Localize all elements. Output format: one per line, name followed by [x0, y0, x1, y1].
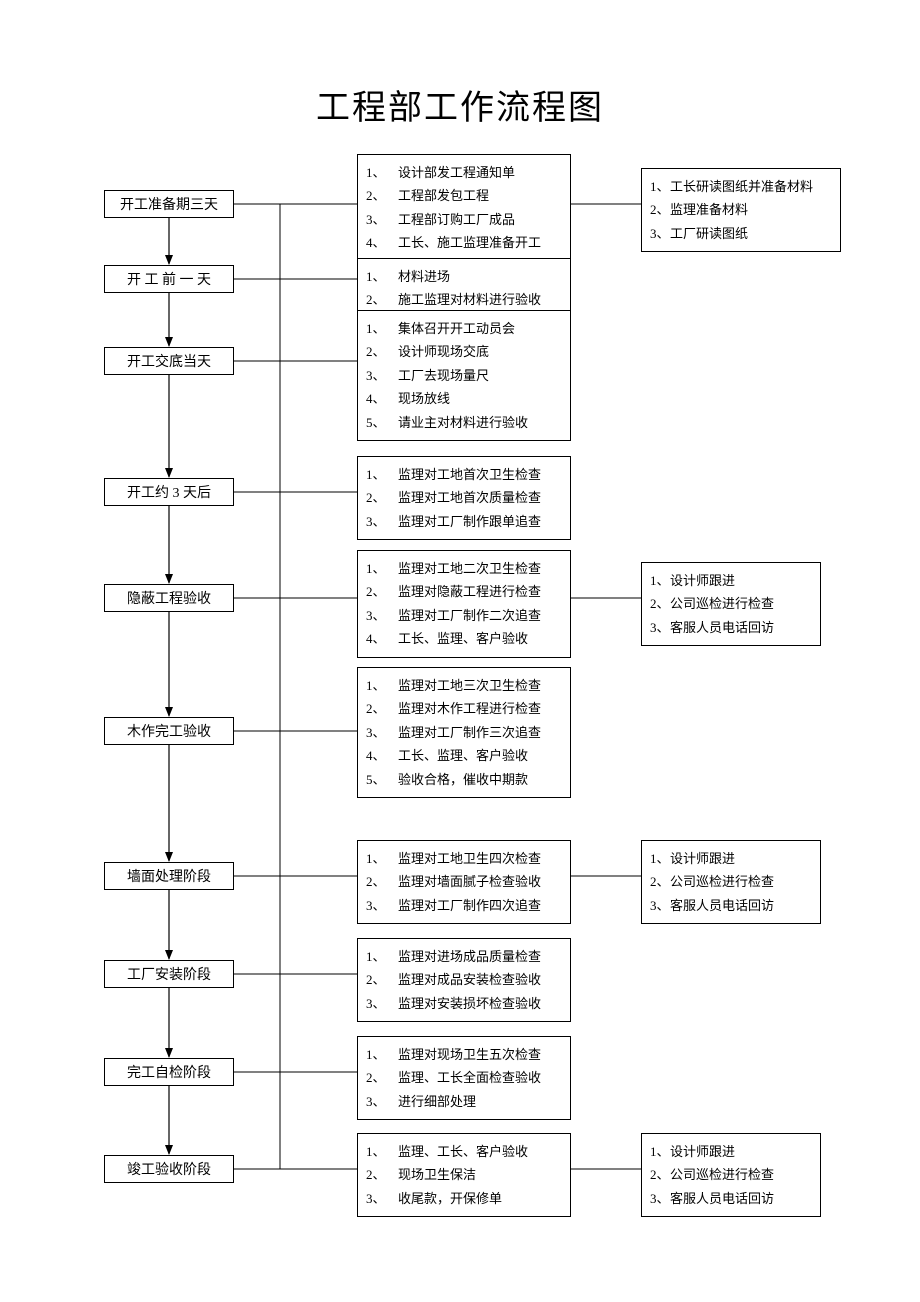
list-item: 3、监理对工厂制作四次追查 [366, 894, 562, 917]
list-item: 5、请业主对材料进行验收 [366, 411, 562, 434]
list-item: 5、验收合格，催收中期款 [366, 768, 562, 791]
stage-box-4: 开工约 3 天后 [104, 478, 234, 506]
page-title: 工程部工作流程图 [0, 80, 920, 129]
list-item: 3、客服人员电话回访 [650, 1187, 812, 1210]
list-item: 2、工程部发包工程 [366, 184, 562, 207]
list-item: 2、公司巡检进行检查 [650, 870, 812, 893]
detail-box-3: 1、集体召开开工动员会2、设计师现场交底3、工厂去现场量尺4、现场放线5、请业主… [357, 310, 571, 441]
list-item: 2、监理对墙面腻子检查验收 [366, 870, 562, 893]
detail-box-5: 1、监理对工地二次卫生检查2、监理对隐蔽工程进行检查3、监理对工厂制作二次追查4… [357, 550, 571, 658]
list-item: 1、设计师跟进 [650, 847, 812, 870]
list-item: 3、客服人员电话回访 [650, 616, 812, 639]
stage-label: 隐蔽工程验收 [127, 588, 211, 608]
list-item: 1、监理、工长、客户验收 [366, 1140, 562, 1163]
list-item: 2、监理对木作工程进行检查 [366, 697, 562, 720]
list-item: 2、监理准备材料 [650, 198, 832, 221]
list-item: 4、现场放线 [366, 387, 562, 410]
list-item: 1、集体召开开工动员会 [366, 317, 562, 340]
list-item: 2、监理对工地首次质量检查 [366, 486, 562, 509]
detail-box-9: 1、监理对现场卫生五次检查2、监理、工长全面检查验收3、进行细部处理 [357, 1036, 571, 1120]
side-box-1: 1、工长研读图纸并准备材料2、监理准备材料3、工厂研读图纸 [641, 168, 841, 252]
list-item: 2、现场卫生保洁 [366, 1163, 562, 1186]
list-item: 1、工长研读图纸并准备材料 [650, 175, 832, 198]
list-item: 1、监理对工地卫生四次检查 [366, 847, 562, 870]
list-item: 1、监理对工地三次卫生检查 [366, 674, 562, 697]
stage-label: 墙面处理阶段 [127, 866, 211, 886]
stage-label: 开工准备期三天 [120, 194, 218, 214]
list-item: 1、监理对工地二次卫生检查 [366, 557, 562, 580]
stage-box-2: 开 工 前 一 天 [104, 265, 234, 293]
side-box-5: 1、设计师跟进2、公司巡检进行检查3、客服人员电话回访 [641, 562, 821, 646]
detail-box-10: 1、监理、工长、客户验收2、现场卫生保洁3、收尾款，开保修单 [357, 1133, 571, 1217]
list-item: 2、公司巡检进行检查 [650, 592, 812, 615]
stage-box-8: 工厂安装阶段 [104, 960, 234, 988]
list-item: 1、设计部发工程通知单 [366, 161, 562, 184]
stage-label: 木作完工验收 [127, 721, 211, 741]
stage-label: 完工自检阶段 [127, 1062, 211, 1082]
list-item: 3、监理对工厂制作二次追查 [366, 604, 562, 627]
list-item: 3、监理对安装损坏检查验收 [366, 992, 562, 1015]
list-item: 2、监理对成品安装检查验收 [366, 968, 562, 991]
list-item: 2、监理、工长全面检查验收 [366, 1066, 562, 1089]
detail-box-4: 1、监理对工地首次卫生检查2、监理对工地首次质量检查3、监理对工厂制作跟单追查 [357, 456, 571, 540]
stage-label: 竣工验收阶段 [127, 1159, 211, 1179]
list-item: 2、公司巡检进行检查 [650, 1163, 812, 1186]
stage-box-1: 开工准备期三天 [104, 190, 234, 218]
stage-box-7: 墙面处理阶段 [104, 862, 234, 890]
list-item: 3、客服人员电话回访 [650, 894, 812, 917]
stage-label: 工厂安装阶段 [127, 964, 211, 984]
list-item: 1、设计师跟进 [650, 569, 812, 592]
stage-label: 开工交底当天 [127, 351, 211, 371]
detail-box-1: 1、设计部发工程通知单2、工程部发包工程3、工程部订购工厂成品4、工长、施工监理… [357, 154, 571, 262]
stage-box-3: 开工交底当天 [104, 347, 234, 375]
list-item: 4、工长、监理、客户验收 [366, 627, 562, 650]
list-item: 1、设计师跟进 [650, 1140, 812, 1163]
stage-label: 开工约 3 天后 [127, 482, 211, 502]
list-item: 3、工厂去现场量尺 [366, 364, 562, 387]
stage-box-5: 隐蔽工程验收 [104, 584, 234, 612]
detail-box-7: 1、监理对工地卫生四次检查2、监理对墙面腻子检查验收3、监理对工厂制作四次追查 [357, 840, 571, 924]
stage-label: 开 工 前 一 天 [127, 269, 211, 289]
list-item: 4、工长、监理、客户验收 [366, 744, 562, 767]
detail-box-8: 1、监理对进场成品质量检查2、监理对成品安装检查验收3、监理对安装损坏检查验收 [357, 938, 571, 1022]
detail-box-6: 1、监理对工地三次卫生检查2、监理对木作工程进行检查3、监理对工厂制作三次追查4… [357, 667, 571, 798]
side-box-7: 1、设计师跟进2、公司巡检进行检查3、客服人员电话回访 [641, 840, 821, 924]
list-item: 3、进行细部处理 [366, 1090, 562, 1113]
list-item: 1、监理对进场成品质量检查 [366, 945, 562, 968]
stage-box-10: 竣工验收阶段 [104, 1155, 234, 1183]
list-item: 3、监理对工厂制作三次追查 [366, 721, 562, 744]
side-box-10: 1、设计师跟进2、公司巡检进行检查3、客服人员电话回访 [641, 1133, 821, 1217]
list-item: 2、设计师现场交底 [366, 340, 562, 363]
stage-box-6: 木作完工验收 [104, 717, 234, 745]
list-item: 2、施工监理对材料进行验收 [366, 288, 562, 311]
list-item: 1、监理对现场卫生五次检查 [366, 1043, 562, 1066]
list-item: 2、监理对隐蔽工程进行检查 [366, 580, 562, 603]
list-item: 1、监理对工地首次卫生检查 [366, 463, 562, 486]
list-item: 3、监理对工厂制作跟单追查 [366, 510, 562, 533]
list-item: 3、收尾款，开保修单 [366, 1187, 562, 1210]
list-item: 3、工程部订购工厂成品 [366, 208, 562, 231]
stage-box-9: 完工自检阶段 [104, 1058, 234, 1086]
list-item: 1、材料进场 [366, 265, 562, 288]
list-item: 4、工长、施工监理准备开工 [366, 231, 562, 254]
list-item: 3、工厂研读图纸 [650, 222, 832, 245]
